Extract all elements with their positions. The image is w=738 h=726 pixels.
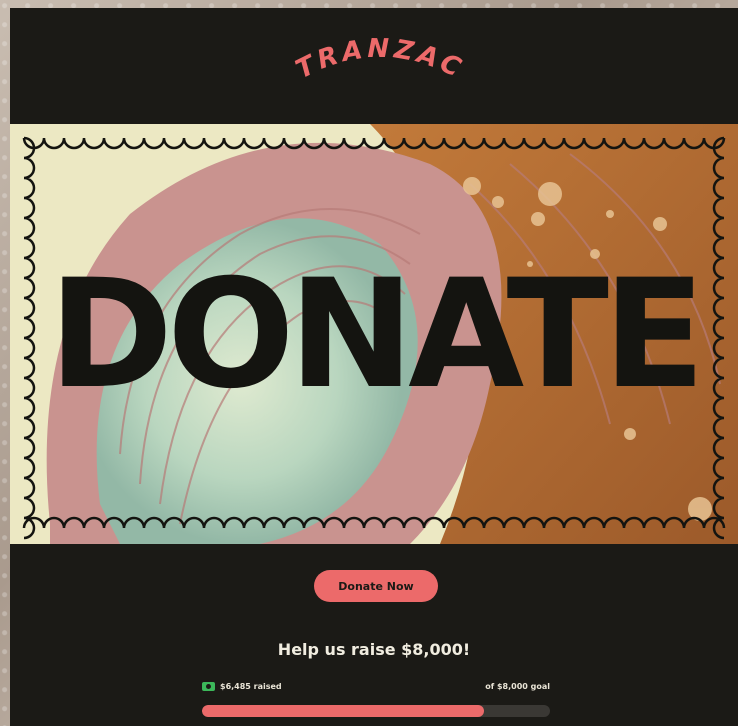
svg-text:TRANZAC: TRANZAC [291,34,469,85]
fundraising-headline: Help us raise $8,000! [277,640,471,659]
logo-text: TRANZAC [291,34,465,85]
donate-now-button[interactable]: Donate Now [314,570,438,602]
donate-headline: DONATE [49,248,700,422]
raised-amount: $6,485 raised [202,682,282,691]
goal-text: of $8,000 goal [485,682,550,691]
progress-fill [202,705,485,717]
donate-banner: DONATE [10,124,738,544]
progress-bar [202,705,550,717]
money-icon [202,682,215,691]
tranzac-logo: TRANZAC [291,34,469,85]
donation-page: TRANZAC DONATE Donate Now Help us raise … [10,8,738,726]
banner-artwork: DONATE [10,124,738,544]
fundraising-stats: $6,485 raised of $8,000 goal [202,682,550,696]
raised-text: $6,485 raised [220,682,282,691]
